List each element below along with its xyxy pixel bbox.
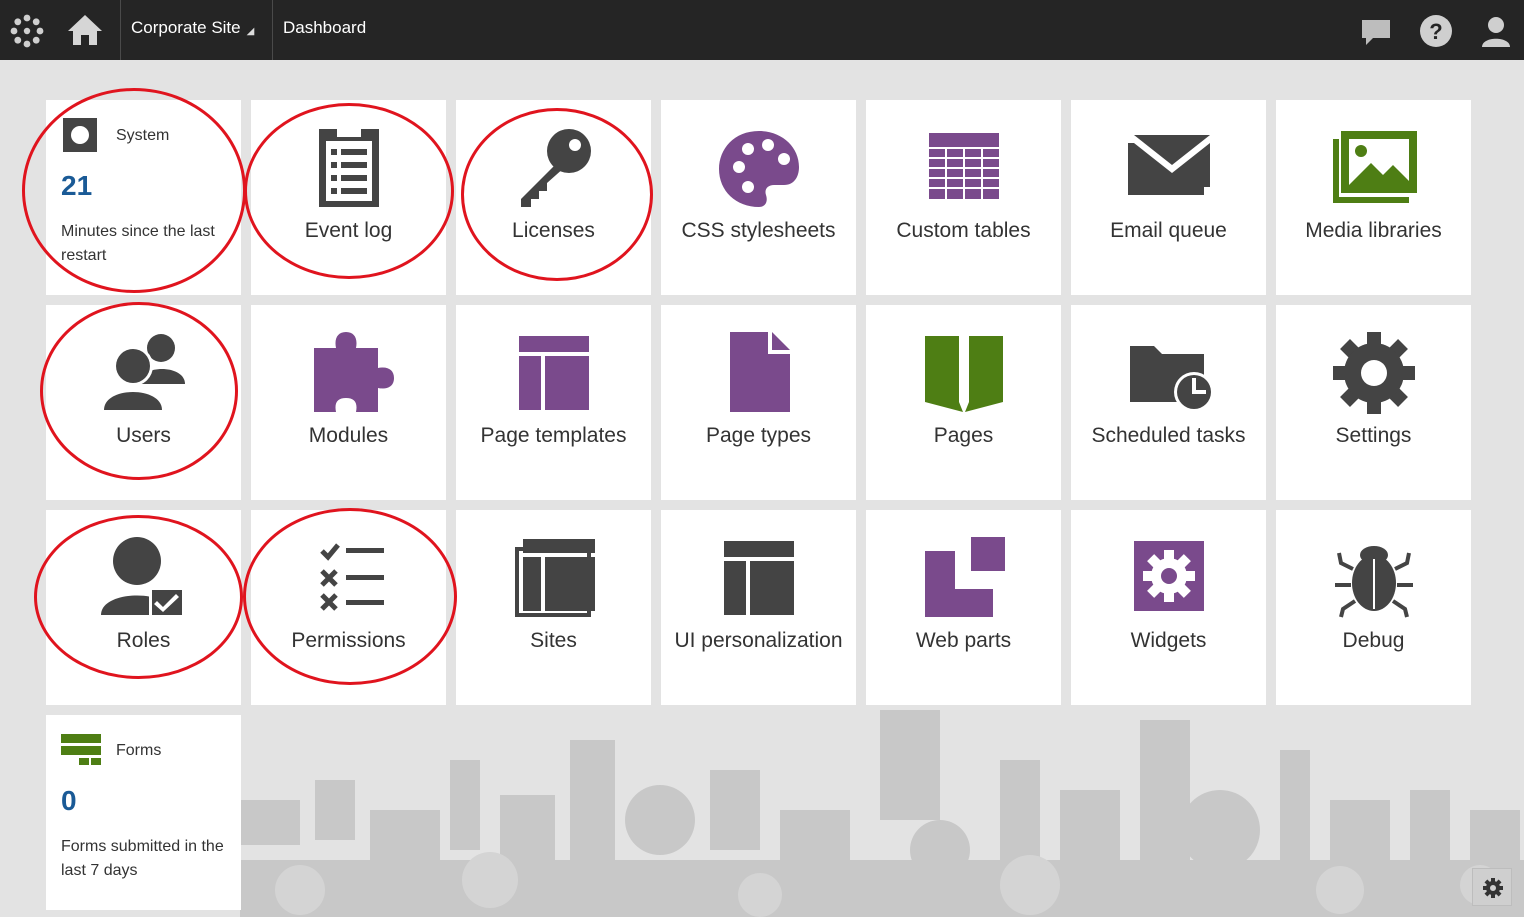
licenses-tile[interactable]: Licenses xyxy=(456,100,651,295)
table-icon xyxy=(919,127,1009,209)
key-icon xyxy=(509,127,599,209)
divider xyxy=(272,0,273,60)
system-tile[interactable]: System 21 Minutes since the last restart xyxy=(46,100,241,295)
role-icon xyxy=(99,537,189,619)
tile-value: 0 xyxy=(61,785,77,816)
book-icon xyxy=(919,332,1009,414)
tile-label: UI personalization xyxy=(674,629,843,652)
breadcrumb[interactable]: Dashboard xyxy=(283,18,366,38)
user-icon[interactable] xyxy=(1479,14,1513,48)
tile-label: Widgets xyxy=(1130,629,1207,652)
tile-label: Permissions xyxy=(291,629,406,652)
tile-label: Pages xyxy=(933,424,994,447)
widget-gear-icon xyxy=(1124,537,1214,619)
tile-label: CSS stylesheets xyxy=(681,219,836,242)
document-icon xyxy=(714,332,804,414)
tile-label: Custom tables xyxy=(896,219,1031,242)
tile-label: Licenses xyxy=(512,219,595,242)
tile-value: 21 xyxy=(61,170,93,201)
home-icon[interactable] xyxy=(66,12,104,48)
users-icon xyxy=(99,332,189,414)
tile-label: Debug xyxy=(1342,629,1405,652)
gear-icon xyxy=(1483,878,1503,898)
tile-label: Users xyxy=(116,424,171,447)
custom-tables-tile[interactable]: Custom tables xyxy=(866,100,1061,295)
permissions-tile[interactable]: Permissions xyxy=(251,510,446,705)
top-bar: Corporate Site ◢ Dashboard ? xyxy=(0,0,1524,60)
sites-tile[interactable]: Sites xyxy=(456,510,651,705)
chat-icon[interactable] xyxy=(1359,14,1393,48)
debug-tile[interactable]: Debug xyxy=(1276,510,1471,705)
tile-label: Email queue xyxy=(1110,219,1227,242)
web-parts-icon xyxy=(919,537,1009,619)
envelope-icon xyxy=(1124,127,1214,209)
image-icon xyxy=(1329,127,1419,209)
ui-personalization-tile[interactable]: UI personalization xyxy=(661,510,856,705)
tile-label: Sites xyxy=(530,629,577,652)
background-illustration xyxy=(240,710,1524,917)
tile-label: Settings xyxy=(1335,424,1412,447)
checklist-icon xyxy=(304,537,394,619)
settings-tile[interactable]: Settings xyxy=(1276,305,1471,500)
folder-clock-icon xyxy=(1124,332,1214,414)
css-stylesheets-tile[interactable]: CSS stylesheets xyxy=(661,100,856,295)
media-libraries-tile[interactable]: Media libraries xyxy=(1276,100,1471,295)
widgets-tile[interactable]: Widgets xyxy=(1071,510,1266,705)
site-selector-label: Corporate Site xyxy=(131,18,241,37)
system-icon xyxy=(61,117,101,153)
forms-icon xyxy=(61,732,101,768)
roles-tile[interactable]: Roles xyxy=(46,510,241,705)
site-selector[interactable]: Corporate Site ◢ xyxy=(131,18,254,38)
pages-tile[interactable]: Pages xyxy=(866,305,1061,500)
modules-tile[interactable]: Modules xyxy=(251,305,446,500)
kentico-logo-icon[interactable] xyxy=(8,12,46,50)
sites-icon xyxy=(509,537,599,619)
tile-label: Page templates xyxy=(480,424,627,447)
tile-description: Forms submitted in the last 7 days xyxy=(61,838,224,879)
gear-icon xyxy=(1329,332,1419,414)
tile-label: Roles xyxy=(116,629,171,652)
tile-description: Minutes since the last restart xyxy=(61,223,215,264)
palette-icon xyxy=(714,127,804,209)
tile-label: Page types xyxy=(705,424,812,447)
dashboard-settings-button[interactable] xyxy=(1472,868,1512,906)
page-template-icon xyxy=(509,332,599,414)
tile-title: Forms xyxy=(116,742,162,759)
tile-label: Scheduled tasks xyxy=(1091,424,1246,447)
puzzle-icon xyxy=(304,332,394,414)
users-tile[interactable]: Users xyxy=(46,305,241,500)
event-log-icon xyxy=(304,127,394,209)
scheduled-tasks-tile[interactable]: Scheduled tasks xyxy=(1071,305,1266,500)
help-icon[interactable]: ? xyxy=(1419,14,1453,48)
caret-down-icon: ◢ xyxy=(246,25,255,37)
tile-label: Web parts xyxy=(915,629,1012,652)
event-log-tile[interactable]: Event log xyxy=(251,100,446,295)
tile-label: Modules xyxy=(308,424,389,447)
page-templates-tile[interactable]: Page templates xyxy=(456,305,651,500)
layout-icon xyxy=(714,537,804,619)
svg-text:?: ? xyxy=(1429,19,1442,44)
forms-tile[interactable]: Forms 0 Forms submitted in the last 7 da… xyxy=(46,715,241,910)
bug-icon xyxy=(1329,537,1419,619)
tile-label: Event log xyxy=(304,219,393,242)
tile-label: Media libraries xyxy=(1305,219,1442,242)
tile-title: System xyxy=(116,127,170,144)
divider xyxy=(120,0,121,60)
email-queue-tile[interactable]: Email queue xyxy=(1071,100,1266,295)
web-parts-tile[interactable]: Web parts xyxy=(866,510,1061,705)
page-types-tile[interactable]: Page types xyxy=(661,305,856,500)
